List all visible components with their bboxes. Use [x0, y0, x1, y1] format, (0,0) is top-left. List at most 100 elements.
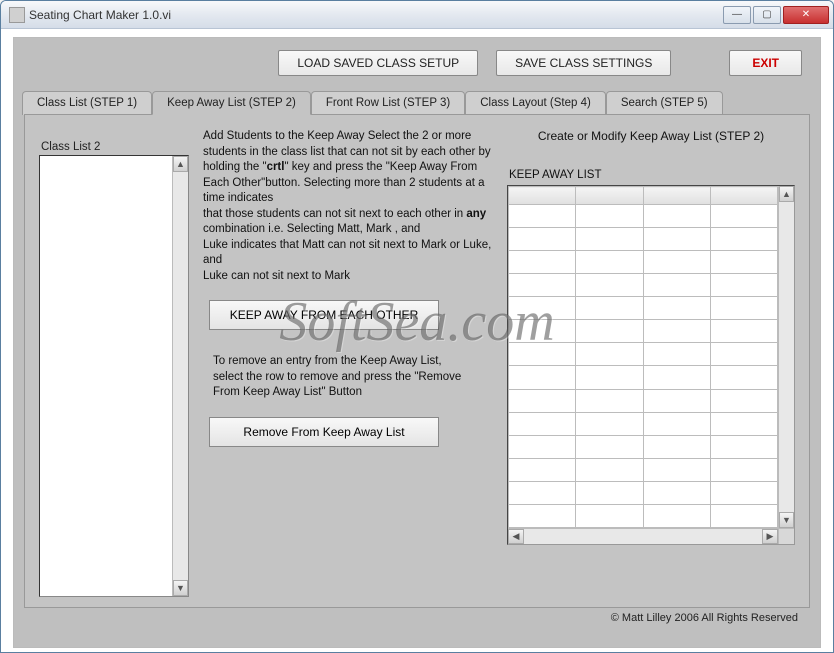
grid-cell[interactable] — [643, 274, 710, 297]
table-row[interactable] — [509, 458, 778, 481]
tab-front-row[interactable]: Front Row List (STEP 3) — [311, 91, 465, 115]
table-row[interactable] — [509, 389, 778, 412]
grid-cell[interactable] — [509, 412, 576, 435]
class-list-scrollbar[interactable]: ▲ ▼ — [172, 156, 188, 596]
scroll-track[interactable] — [173, 172, 188, 580]
grid-cell[interactable] — [710, 205, 777, 228]
grid-cell[interactable] — [576, 343, 643, 366]
grid-cell[interactable] — [576, 251, 643, 274]
grid-header-cell[interactable] — [643, 187, 710, 205]
grid-cell[interactable] — [576, 504, 643, 527]
grid-hscrollbar[interactable]: ◀ ▶ — [508, 528, 794, 544]
grid-scroll-up-icon[interactable]: ▲ — [779, 186, 794, 202]
grid-cell[interactable] — [576, 205, 643, 228]
grid-scroll-right-icon[interactable]: ▶ — [762, 529, 778, 544]
keep-away-button[interactable]: KEEP AWAY FROM EACH OTHER — [209, 300, 439, 330]
grid-cell[interactable] — [710, 320, 777, 343]
table-row[interactable] — [509, 435, 778, 458]
close-button[interactable]: ✕ — [783, 6, 829, 24]
grid-cell[interactable] — [576, 274, 643, 297]
grid-cell[interactable] — [710, 228, 777, 251]
grid-cell[interactable] — [509, 297, 576, 320]
save-class-button[interactable]: SAVE CLASS SETTINGS — [496, 50, 671, 76]
class-list-box[interactable]: ▲ ▼ — [39, 155, 189, 597]
grid-scroll-down-icon[interactable]: ▼ — [779, 512, 794, 528]
exit-button[interactable]: EXIT — [729, 50, 802, 76]
grid-cell[interactable] — [643, 504, 710, 527]
table-row[interactable] — [509, 504, 778, 527]
tab-class-list[interactable]: Class List (STEP 1) — [22, 91, 152, 115]
grid-cell[interactable] — [710, 366, 777, 389]
grid-cell[interactable] — [643, 343, 710, 366]
grid-scroll-left-icon[interactable]: ◀ — [508, 529, 524, 544]
grid-cell[interactable] — [509, 435, 576, 458]
grid-cell[interactable] — [643, 481, 710, 504]
grid-cell[interactable] — [643, 320, 710, 343]
grid-header-cell[interactable] — [509, 187, 576, 205]
tab-keep-away[interactable]: Keep Away List (STEP 2) — [152, 91, 311, 115]
table-row[interactable] — [509, 251, 778, 274]
grid-cell[interactable] — [509, 343, 576, 366]
table-row[interactable] — [509, 481, 778, 504]
maximize-button[interactable]: ▢ — [753, 6, 781, 24]
load-class-button[interactable]: LOAD SAVED CLASS SETUP — [278, 50, 478, 76]
table-row[interactable] — [509, 412, 778, 435]
grid-cell[interactable] — [710, 297, 777, 320]
grid-cell[interactable] — [509, 366, 576, 389]
grid-header-cell[interactable] — [576, 187, 643, 205]
grid-cell[interactable] — [576, 481, 643, 504]
grid-cell[interactable] — [643, 366, 710, 389]
grid-cell[interactable] — [576, 389, 643, 412]
grid-cell[interactable] — [710, 458, 777, 481]
grid-cell[interactable] — [710, 504, 777, 527]
grid-cell[interactable] — [576, 435, 643, 458]
grid-cell[interactable] — [643, 297, 710, 320]
tab-search[interactable]: Search (STEP 5) — [606, 91, 723, 115]
grid-cell[interactable] — [710, 412, 777, 435]
grid-cell[interactable] — [509, 320, 576, 343]
tab-class-layout[interactable]: Class Layout (Step 4) — [465, 91, 606, 115]
grid-cell[interactable] — [643, 412, 710, 435]
remove-keep-away-button[interactable]: Remove From Keep Away List — [209, 417, 439, 447]
grid-cell[interactable] — [710, 389, 777, 412]
grid-cell[interactable] — [643, 205, 710, 228]
scroll-down-icon[interactable]: ▼ — [173, 580, 188, 596]
grid-cell[interactable] — [509, 458, 576, 481]
keep-away-grid[interactable] — [508, 186, 778, 528]
table-row[interactable] — [509, 205, 778, 228]
table-row[interactable] — [509, 343, 778, 366]
grid-cell[interactable] — [509, 389, 576, 412]
grid-hscroll-track[interactable] — [524, 529, 762, 544]
grid-cell[interactable] — [576, 412, 643, 435]
grid-cell[interactable] — [643, 389, 710, 412]
grid-cell[interactable] — [509, 251, 576, 274]
grid-cell[interactable] — [509, 504, 576, 527]
grid-cell[interactable] — [710, 343, 777, 366]
grid-cell[interactable] — [710, 435, 777, 458]
grid-cell[interactable] — [509, 205, 576, 228]
table-row[interactable] — [509, 228, 778, 251]
grid-cell[interactable] — [509, 274, 576, 297]
minimize-button[interactable]: — — [723, 6, 751, 24]
table-row[interactable] — [509, 320, 778, 343]
grid-cell[interactable] — [576, 228, 643, 251]
grid-cell[interactable] — [643, 458, 710, 481]
grid-cell[interactable] — [576, 366, 643, 389]
grid-cell[interactable] — [643, 228, 710, 251]
table-row[interactable] — [509, 297, 778, 320]
grid-vscrollbar[interactable]: ▲ ▼ — [778, 186, 794, 528]
grid-cell[interactable] — [576, 297, 643, 320]
grid-cell[interactable] — [509, 481, 576, 504]
grid-header-cell[interactable] — [710, 187, 777, 205]
grid-cell[interactable] — [576, 320, 643, 343]
grid-cell[interactable] — [710, 274, 777, 297]
grid-cell[interactable] — [509, 228, 576, 251]
grid-cell[interactable] — [643, 435, 710, 458]
scroll-up-icon[interactable]: ▲ — [173, 156, 188, 172]
grid-cell[interactable] — [710, 251, 777, 274]
grid-cell[interactable] — [710, 481, 777, 504]
grid-cell[interactable] — [643, 251, 710, 274]
grid-cell[interactable] — [576, 458, 643, 481]
table-row[interactable] — [509, 366, 778, 389]
table-row[interactable] — [509, 274, 778, 297]
